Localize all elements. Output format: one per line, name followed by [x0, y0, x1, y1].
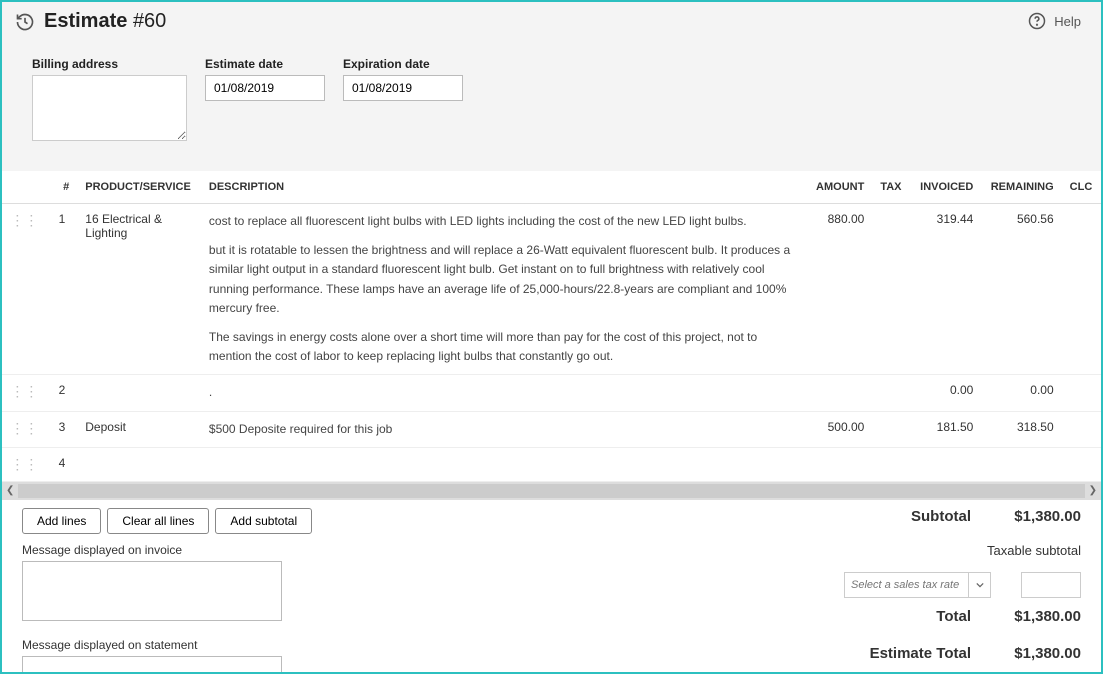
message-statement-label: Message displayed on statement [22, 638, 282, 652]
expiration-date-label: Expiration date [343, 57, 463, 71]
tax-cell[interactable] [872, 375, 910, 411]
estimate-total-label: Estimate Total [870, 645, 971, 662]
chevron-down-icon [976, 581, 984, 589]
horizontal-scrollbar[interactable]: ❮ ❯ [2, 482, 1101, 500]
amount-cell[interactable]: 880.00 [801, 204, 872, 375]
row-number: 4 [47, 447, 78, 481]
message-invoice-label: Message displayed on invoice [22, 543, 282, 557]
product-cell[interactable] [77, 447, 201, 481]
table-row[interactable]: ⋮⋮116 Electrical & Lightingcost to repla… [2, 204, 1101, 375]
page-title: Estimate #60 [44, 10, 166, 33]
col-tax: TAX [872, 171, 910, 204]
scroll-left-icon[interactable]: ❮ [6, 485, 14, 496]
drag-handle-icon[interactable]: ⋮⋮ [2, 411, 47, 447]
col-product: PRODUCT/SERVICE [77, 171, 201, 204]
table-header-row: # PRODUCT/SERVICE DESCRIPTION AMOUNT TAX… [2, 171, 1101, 204]
info-section: Billing address Estimate date Expiration… [2, 37, 1101, 171]
tax-amount-input[interactable] [1021, 572, 1081, 598]
estimate-total-value: $1,380.00 [1011, 645, 1081, 662]
table-row[interactable]: ⋮⋮2. 0.000.00 [2, 375, 1101, 411]
invoiced-cell[interactable]: 181.50 [910, 411, 981, 447]
invoiced-cell[interactable] [910, 447, 981, 481]
col-description: DESCRIPTION [201, 171, 801, 204]
product-cell[interactable]: Deposit [77, 411, 201, 447]
scroll-right-icon[interactable]: ❯ [1089, 485, 1097, 496]
row-number: 3 [47, 411, 78, 447]
billing-address-input[interactable] [32, 75, 187, 141]
remaining-cell[interactable]: 0.00 [981, 375, 1061, 411]
amount-cell[interactable] [801, 447, 872, 481]
product-cell[interactable]: 16 Electrical & Lighting [77, 204, 201, 375]
billing-address-label: Billing address [32, 57, 187, 71]
sales-tax-select[interactable] [844, 572, 969, 598]
clear-all-lines-button[interactable]: Clear all lines [107, 508, 209, 534]
col-invoiced: INVOICED [910, 171, 981, 204]
amount-cell[interactable] [801, 375, 872, 411]
table-row[interactable]: ⋮⋮3Deposit$500 Deposite required for thi… [2, 411, 1101, 447]
clc-cell[interactable] [1062, 204, 1101, 375]
estimate-date-input[interactable] [205, 75, 325, 101]
drag-handle-icon[interactable]: ⋮⋮ [2, 447, 47, 481]
clc-cell[interactable] [1062, 375, 1101, 411]
line-action-buttons: Add lines Clear all lines Add subtotal [22, 508, 312, 534]
invoiced-cell[interactable]: 0.00 [910, 375, 981, 411]
description-cell[interactable]: cost to replace all fluorescent light bu… [201, 204, 801, 375]
sales-tax-dropdown-button[interactable] [969, 572, 991, 598]
estimate-date-label: Estimate date [205, 57, 325, 71]
header-bar: Estimate #60 Help [2, 2, 1101, 37]
col-amount: AMOUNT [801, 171, 872, 204]
help-icon [1028, 12, 1048, 32]
tax-cell[interactable] [872, 447, 910, 481]
product-cell[interactable] [77, 375, 201, 411]
expiration-date-input[interactable] [343, 75, 463, 101]
add-subtotal-button[interactable]: Add subtotal [215, 508, 312, 534]
col-hash: # [47, 171, 78, 204]
add-lines-button[interactable]: Add lines [22, 508, 101, 534]
clc-cell[interactable] [1062, 447, 1101, 481]
message-invoice-input[interactable] [22, 561, 282, 621]
scroll-track[interactable] [18, 484, 1084, 498]
drag-handle-icon[interactable]: ⋮⋮ [2, 375, 47, 411]
invoiced-cell[interactable]: 319.44 [910, 204, 981, 375]
col-clc: CLC [1062, 171, 1101, 204]
description-cell[interactable] [201, 447, 801, 481]
row-number: 1 [47, 204, 78, 375]
subtotal-value: $1,380.00 [1011, 508, 1081, 525]
row-number: 2 [47, 375, 78, 411]
total-label: Total [936, 608, 971, 625]
clc-cell[interactable] [1062, 411, 1101, 447]
message-statement-input[interactable] [22, 656, 282, 672]
history-icon[interactable] [14, 11, 36, 33]
remaining-cell[interactable] [981, 447, 1061, 481]
subtotal-label: Subtotal [911, 508, 971, 525]
tax-cell[interactable] [872, 411, 910, 447]
remaining-cell[interactable]: 318.50 [981, 411, 1061, 447]
total-value: $1,380.00 [1011, 608, 1081, 625]
drag-handle-icon[interactable]: ⋮⋮ [2, 204, 47, 375]
col-remaining: REMAINING [981, 171, 1061, 204]
line-items-table: # PRODUCT/SERVICE DESCRIPTION AMOUNT TAX… [2, 171, 1101, 482]
amount-cell[interactable]: 500.00 [801, 411, 872, 447]
description-cell[interactable]: $500 Deposite required for this job [201, 411, 801, 447]
table-row[interactable]: ⋮⋮4 [2, 447, 1101, 481]
help-link[interactable]: Help [1028, 12, 1081, 32]
description-cell[interactable]: . [201, 375, 801, 411]
tax-cell[interactable] [872, 204, 910, 375]
taxable-subtotal-label: Taxable subtotal [987, 543, 1081, 558]
remaining-cell[interactable]: 560.56 [981, 204, 1061, 375]
